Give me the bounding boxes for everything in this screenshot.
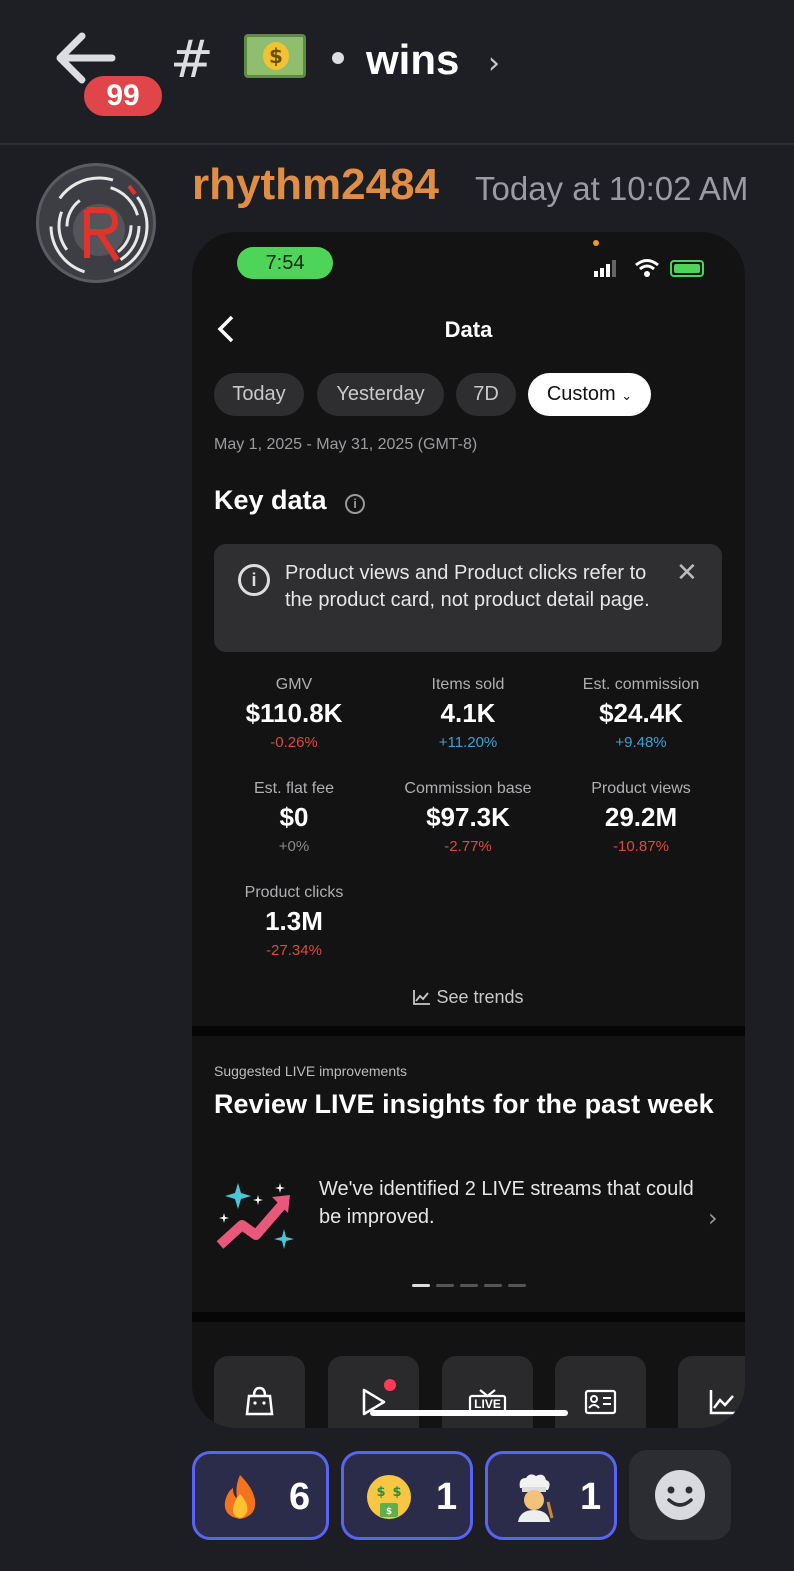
metric-product-clicks: Product clicks 1.3M -27.34%	[204, 884, 384, 962]
fire-emoji-icon	[224, 1475, 256, 1519]
message-timestamp: Today at 10:02 AM	[475, 170, 749, 207]
svg-text:$: $	[392, 1485, 401, 1500]
username[interactable]: rhythm2484	[192, 160, 439, 210]
review-description: We've identified 2 LIVE streams that cou…	[319, 1178, 694, 1228]
metric-est-commission: Est. commission $24.4K +9.48%	[551, 676, 731, 754]
metric-delta: -0.26%	[270, 734, 318, 751]
review-title: Review LIVE insights for the past week	[214, 1089, 714, 1119]
home-indicator	[370, 1410, 568, 1416]
channel-header: 99 # $ wins ›	[0, 0, 794, 145]
wifi-icon	[635, 259, 659, 277]
section-divider	[192, 1026, 745, 1036]
metric-label: Est. flat fee	[253, 780, 335, 797]
metric-delta: +0%	[278, 838, 310, 855]
metric-value: 29.2M	[604, 802, 678, 832]
reaction-fire[interactable]: 6	[192, 1451, 329, 1540]
battery-icon	[670, 260, 704, 277]
info-circle-icon: i	[238, 564, 270, 596]
metric-delta: -10.87%	[613, 838, 669, 855]
chip-custom-label: Custom	[546, 383, 616, 405]
reaction-count: 1	[436, 1476, 458, 1518]
metric-label: Product views	[591, 780, 691, 797]
separator-dot	[332, 52, 344, 64]
metric-label: Est. commission	[582, 676, 700, 693]
close-icon[interactable]: ✕	[676, 558, 698, 588]
metric-delta: -27.34%	[266, 942, 322, 959]
growth-sparkle-icon	[216, 1183, 294, 1249]
see-trends-link[interactable]: See trends	[192, 987, 745, 1008]
tile-shop[interactable]	[214, 1356, 305, 1428]
carousel-dot	[508, 1284, 526, 1287]
cook-emoji-icon	[518, 1474, 554, 1522]
trend-line-icon	[413, 990, 431, 1005]
chip-7d[interactable]: 7D	[456, 373, 516, 416]
reaction-count: 6	[289, 1476, 311, 1518]
channel-name[interactable]: wins	[366, 36, 459, 84]
avatar-logo-icon	[49, 176, 149, 276]
avatar[interactable]	[36, 163, 156, 283]
channel-hash-icon: #	[170, 30, 214, 90]
chevron-right-icon[interactable]: ›	[708, 1204, 718, 1232]
chip-custom[interactable]: Custom ⌄	[528, 373, 651, 416]
money-bill-icon: $	[244, 34, 306, 78]
tile-video[interactable]	[328, 1356, 419, 1428]
svg-text:$: $	[386, 1507, 392, 1517]
carousel-dot	[436, 1284, 454, 1287]
carousel-dot	[484, 1284, 502, 1287]
metric-value: $0	[279, 802, 309, 832]
metric-value: $97.3K	[426, 802, 510, 832]
privacy-dot-icon	[593, 240, 599, 246]
metric-items-sold: Items sold 4.1K +11.20%	[378, 676, 558, 754]
notification-dot	[384, 1379, 396, 1391]
id-card-icon	[584, 1389, 617, 1415]
tile-live[interactable]: LIVE	[442, 1356, 533, 1428]
tile-profile[interactable]	[555, 1356, 646, 1428]
metric-label: Commission base	[404, 780, 532, 797]
reaction-count: 1	[580, 1476, 602, 1518]
carousel-dot	[412, 1284, 430, 1287]
add-reaction-button[interactable]	[629, 1450, 731, 1540]
reaction-cook[interactable]: 1	[485, 1451, 617, 1540]
see-trends-label: See trends	[436, 987, 524, 1007]
chevron-down-icon: ⌄	[621, 388, 633, 403]
metric-delta: -2.77%	[444, 838, 492, 855]
carousel-dot	[460, 1284, 478, 1287]
metric-gmv: GMV $110.8K -0.26%	[204, 676, 384, 754]
signal-icon	[594, 260, 616, 277]
info-notice: i Product views and Product clicks refer…	[214, 544, 722, 652]
reaction-money-mouth[interactable]: $ $ $ 1	[341, 1451, 473, 1540]
metric-value: $110.8K	[245, 698, 343, 728]
metric-product-views: Product views 29.2M -10.87%	[551, 780, 731, 858]
metric-delta: +11.20%	[438, 734, 498, 751]
suggested-label: Suggested LIVE improvements	[214, 1063, 407, 1079]
metric-value: 1.3M	[265, 906, 323, 936]
trend-chart-icon	[709, 1390, 736, 1415]
metric-label: GMV	[275, 676, 313, 693]
smiley-icon	[655, 1470, 705, 1520]
page-title: Data	[444, 317, 493, 342]
live-label: LIVE	[474, 1397, 501, 1411]
status-time: 7:54	[237, 247, 333, 279]
attached-screenshot[interactable]: 7:54 Data Today Yesterday 7D Custom ⌄ Ma…	[192, 232, 745, 1428]
section-divider	[192, 1312, 745, 1322]
metric-commission-base: Commission base $97.3K -2.77%	[378, 780, 558, 858]
svg-text:$: $	[376, 1485, 385, 1500]
metric-delta: +9.48%	[615, 734, 667, 751]
chip-today[interactable]: Today	[214, 373, 304, 416]
metric-value: $24.4K	[599, 698, 683, 728]
unread-badge: 99	[80, 72, 166, 120]
metric-value: 4.1K	[440, 698, 496, 728]
money-mouth-face-icon: $ $ $	[367, 1475, 411, 1519]
metric-est-flat-fee: Est. flat fee $0 +0%	[204, 780, 384, 858]
tile-analytics[interactable]	[678, 1356, 745, 1428]
notice-text: Product views and Product clicks refer t…	[285, 562, 650, 611]
info-icon[interactable]: i	[345, 494, 365, 514]
date-range: May 1, 2025 - May 31, 2025 (GMT-8)	[214, 436, 478, 453]
metric-label: Product clicks	[244, 884, 344, 901]
chevron-right-icon[interactable]: ›	[488, 46, 500, 81]
shopping-bag-icon	[245, 1386, 274, 1416]
metric-label: Items sold	[431, 676, 505, 693]
chip-yesterday[interactable]: Yesterday	[317, 373, 444, 416]
key-data-heading: Key data	[214, 485, 327, 515]
